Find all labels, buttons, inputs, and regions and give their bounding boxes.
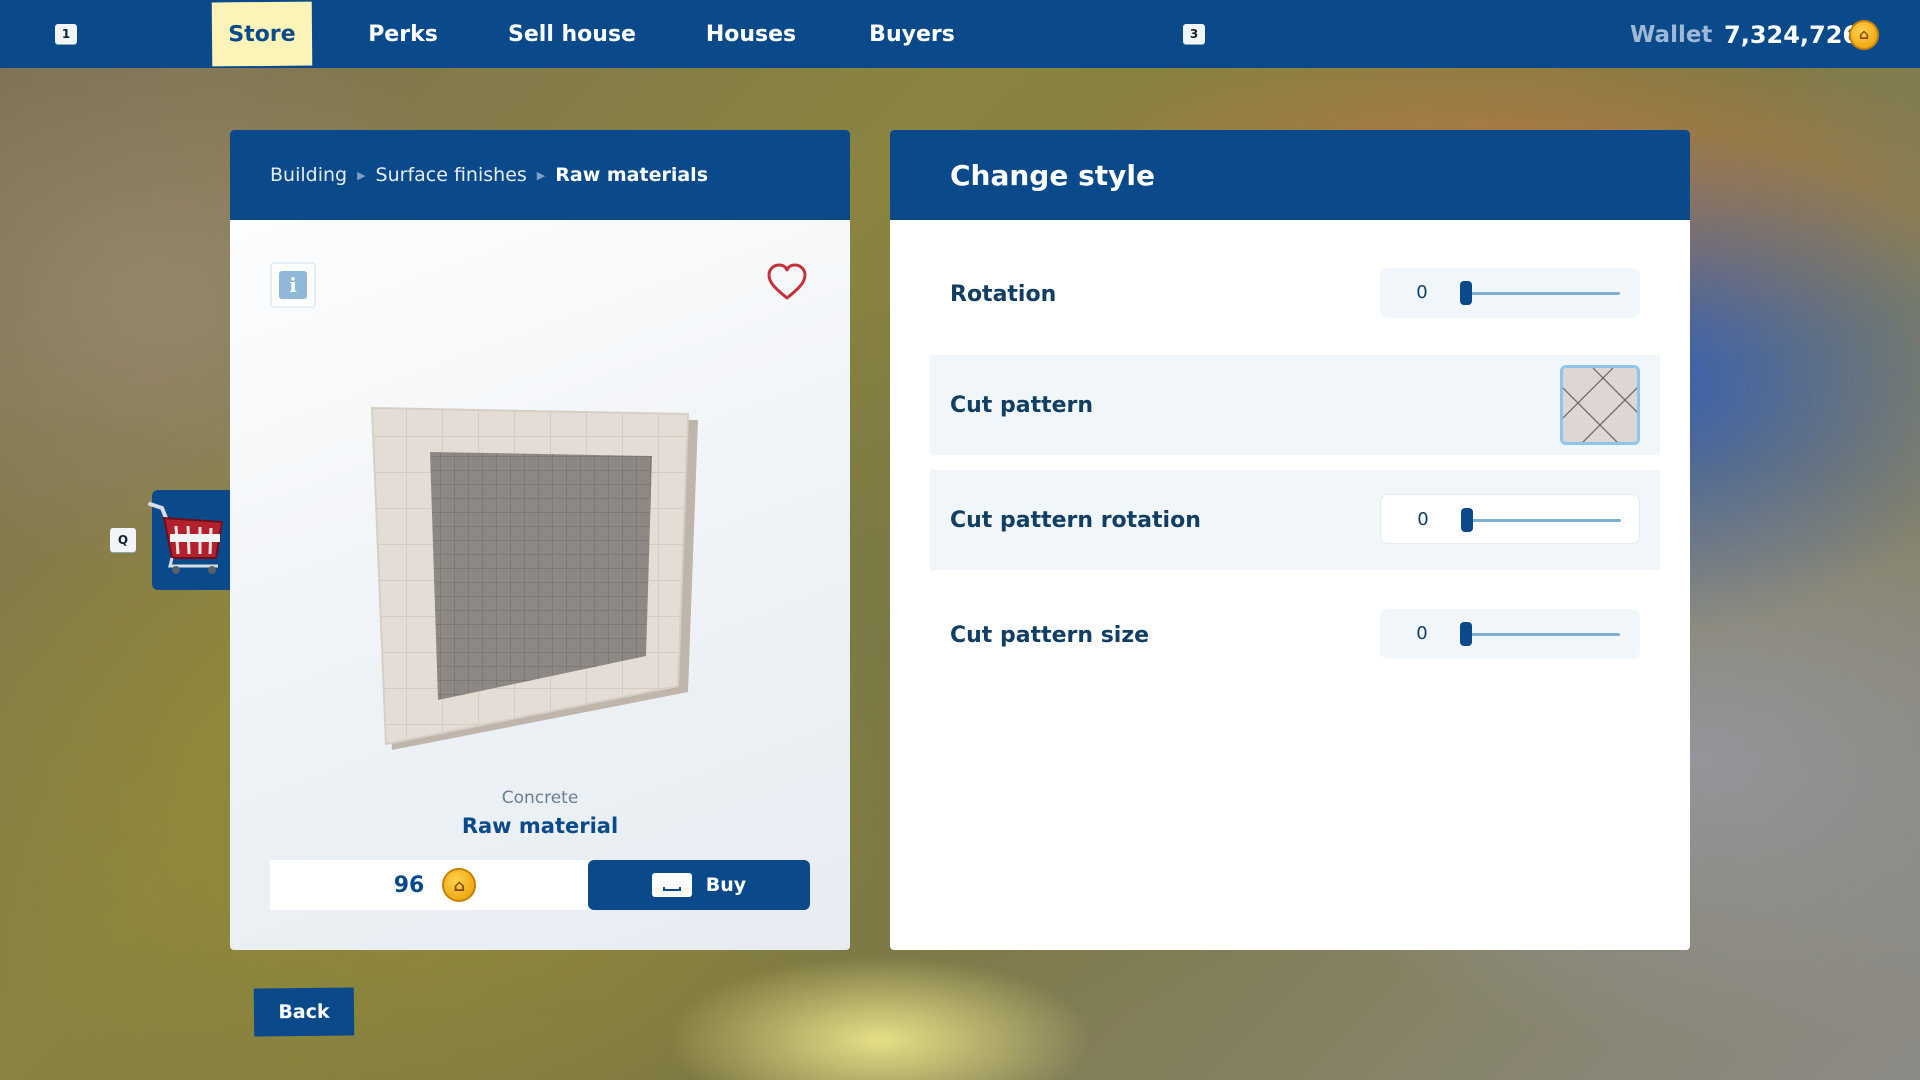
top-navigation-bar: 1 Store Perks Sell house Houses Buyers 3… [0, 0, 1920, 68]
prev-tab-key-hint: 1 [55, 24, 77, 44]
cut-pattern-size-slider[interactable]: 0 [1380, 609, 1640, 659]
chevron-right-icon: ▶ [536, 168, 546, 182]
tab-sell-house[interactable]: Sell house [502, 0, 642, 68]
house-coin-icon: ⌂ [1849, 20, 1879, 50]
wallet-label: Wallet [1630, 22, 1713, 48]
buy-button[interactable]: Buy [588, 860, 810, 910]
cut-pattern-rotation-row: Cut pattern rotation 0 [930, 470, 1660, 570]
cut-pattern-rotation-value: 0 [1417, 509, 1429, 530]
slider-thumb[interactable] [1460, 622, 1472, 646]
rotation-slider[interactable]: 0 [1380, 268, 1640, 318]
price-value: 96 [393, 872, 425, 898]
price-display: 96 ⌂ [270, 860, 600, 910]
product-detail-panel: Building ▶ Surface finishes ▶ Raw materi… [230, 130, 850, 950]
back-button[interactable]: Back [253, 987, 355, 1037]
change-style-panel: Change style Rotation 0 Cut pattern Cut … [890, 130, 1690, 950]
cut-pattern-size-row: Cut pattern size 0 [930, 585, 1660, 685]
breadcrumb-raw-materials: Raw materials [555, 164, 708, 186]
rotation-row: Rotation 0 [930, 244, 1660, 344]
slider-track[interactable] [1465, 519, 1621, 522]
cut-pattern-rotation-slider[interactable]: 0 [1380, 494, 1640, 544]
cut-pattern-row: Cut pattern [930, 355, 1660, 455]
cut-pattern-rotation-label: Cut pattern rotation [950, 507, 1201, 533]
diagonal-tile-pattern-icon [1563, 368, 1637, 442]
house-coin-icon: ⌂ [442, 868, 477, 902]
next-tab-key-hint: 3 [1183, 24, 1205, 44]
cart-key-hint: Q [110, 528, 136, 552]
buy-button-label: Buy [705, 874, 747, 896]
info-button[interactable]: i [270, 262, 316, 308]
tab-perks[interactable]: Perks [358, 0, 448, 68]
slider-thumb[interactable] [1461, 508, 1473, 532]
heart-outline-icon[interactable] [766, 262, 808, 302]
item-name: Raw material [461, 814, 619, 838]
tab-buyers[interactable]: Buyers [862, 0, 962, 68]
item-category: Concrete [501, 788, 579, 808]
chevron-right-icon: ▶ [357, 168, 366, 182]
cut-pattern-label: Cut pattern [950, 392, 1094, 418]
slider-track[interactable] [1464, 633, 1620, 636]
wallet-balance: 7,324,726 [1724, 21, 1860, 49]
cart-button[interactable] [148, 490, 230, 590]
shopping-cart-icon [148, 502, 224, 574]
info-icon: i [279, 271, 307, 299]
cut-pattern-size-value: 0 [1416, 623, 1428, 644]
panel-title: Change style [890, 130, 1690, 220]
breadcrumb-surface-finishes[interactable]: Surface finishes [376, 164, 527, 186]
rotation-value: 0 [1416, 282, 1428, 303]
breadcrumb: Building ▶ Surface finishes ▶ Raw materi… [230, 130, 850, 220]
breadcrumb-building[interactable]: Building [270, 164, 347, 186]
cut-pattern-swatch[interactable] [1560, 365, 1640, 445]
slider-track[interactable] [1464, 292, 1620, 295]
cut-pattern-size-label: Cut pattern size [950, 622, 1150, 648]
product-preview-image [370, 406, 698, 750]
rotation-label: Rotation [950, 281, 1057, 307]
tab-store[interactable]: Store [211, 1, 313, 67]
spacebar-icon [651, 873, 692, 897]
slider-thumb[interactable] [1460, 281, 1472, 305]
tab-houses[interactable]: Houses [698, 0, 804, 68]
